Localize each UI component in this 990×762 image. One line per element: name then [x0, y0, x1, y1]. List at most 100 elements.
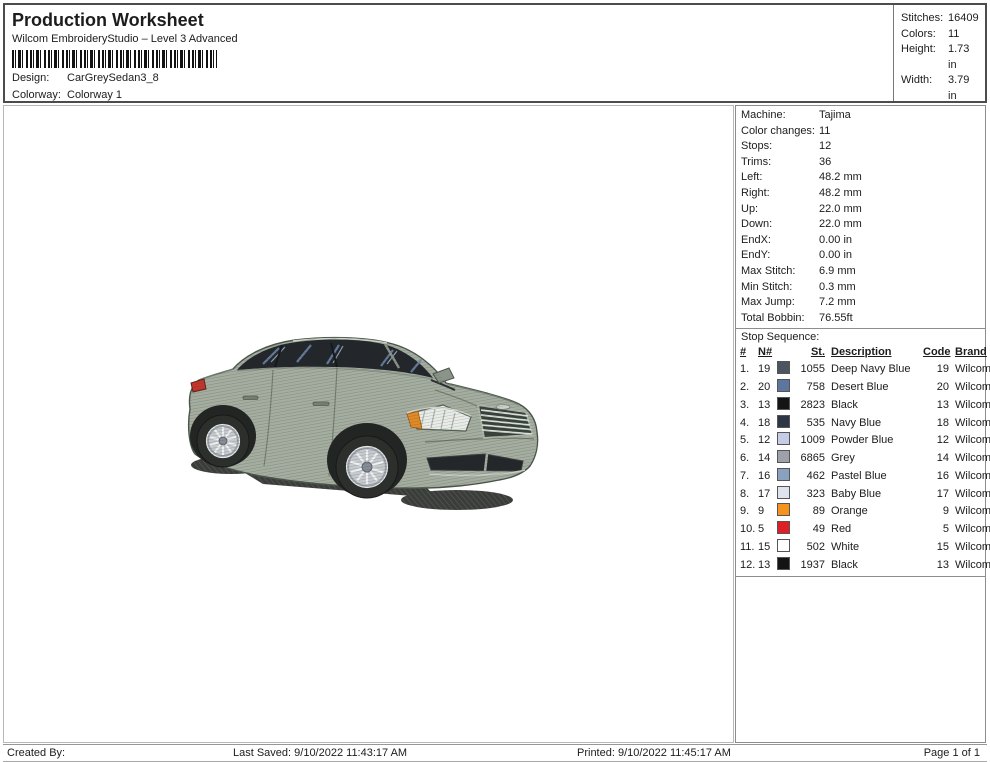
- row-num: 10.: [740, 523, 756, 536]
- thread-description: Grey: [831, 452, 855, 465]
- stop-sequence-row: 12. 13 1937 Black 13 Wilcom: [736, 556, 990, 575]
- stat-value: 3.79 in: [948, 74, 970, 102]
- row-num: 6.: [740, 452, 750, 465]
- thread-color-swatch: [777, 450, 790, 464]
- row-num: 8.: [740, 487, 750, 500]
- design-row: Design: CarGreySedan3_8: [12, 72, 885, 85]
- machine-info-value: 0.00 in: [819, 233, 853, 246]
- thread-swatch-cell: [777, 361, 794, 379]
- thread-color-swatch: [777, 503, 790, 517]
- design-canvas: [3, 105, 734, 743]
- software-subtitle: Wilcom EmbroideryStudio – Level 3 Advanc…: [12, 33, 238, 45]
- machine-info-value: 6.9 mm: [819, 264, 856, 277]
- row-num: 12.: [740, 558, 756, 571]
- thread-description: Baby Blue: [831, 487, 882, 500]
- row-num: 1.: [740, 363, 750, 376]
- thread-color-swatch: [777, 556, 790, 570]
- thread-code: 12: [936, 434, 949, 447]
- thread-description: Desert Blue: [831, 380, 889, 393]
- stitch-count: 758: [806, 380, 825, 393]
- thread-description: Powder Blue: [831, 434, 894, 447]
- footer: Created By: Last Saved: 9/10/2022 11:43:…: [3, 744, 987, 762]
- thread-description: Black: [831, 558, 858, 571]
- thread-swatch-cell: [777, 414, 794, 433]
- machine-info-row: EndX: 0.00 in: [736, 233, 985, 249]
- stop-sequence-row: 5. 12 1009 Powder Blue 12 Wilcom: [736, 432, 990, 450]
- thread-brand: Wilcom: [955, 505, 990, 518]
- car-design-preview: [187, 336, 539, 510]
- stitch-count: 462: [806, 469, 825, 482]
- stat-value: 1.73 in: [948, 43, 970, 71]
- thread-brand: Wilcom: [955, 398, 990, 411]
- stat-row: Height: 1.73 in: [901, 42, 981, 73]
- thread-code: 17: [936, 487, 949, 500]
- thread-brand: Wilcom: [955, 487, 990, 500]
- machine-info-row: Max Stitch: 6.9 mm: [736, 264, 985, 280]
- machine-info-label: Max Stitch:: [741, 264, 796, 277]
- machine-info-row: Trims: 36: [736, 155, 985, 171]
- printed-text: Printed: 9/10/2022 11:45:17 AM: [577, 747, 731, 759]
- stitch-count: 1055: [800, 363, 825, 376]
- thread-swatch-cell: [777, 467, 794, 486]
- machine-info-label: EndX:: [741, 233, 771, 246]
- car-stitch-texture: [188, 337, 538, 489]
- machine-info-value: 0.00 in: [819, 249, 853, 262]
- thread-brand: Wilcom: [955, 380, 990, 393]
- machine-info-label: Right:: [741, 186, 770, 199]
- thread-number: 15: [758, 541, 771, 554]
- header: Production Worksheet Wilcom EmbroiderySt…: [3, 3, 987, 117]
- stitch-count: 1937: [800, 558, 825, 571]
- thread-swatch-cell: [777, 539, 794, 557]
- thread-code: 13: [936, 558, 949, 571]
- thread-brand: Wilcom: [955, 416, 990, 429]
- created-by-label: Created By:: [7, 747, 66, 759]
- machine-info-value: 48.2 mm: [819, 171, 862, 184]
- thread-swatch-cell: [777, 396, 794, 415]
- col-description: Description: [831, 346, 892, 359]
- machine-info-value: 36: [819, 155, 832, 168]
- stitch-count: 6865: [800, 452, 825, 465]
- machine-info-label: Total Bobbin:: [741, 311, 805, 324]
- col-num: #: [740, 346, 747, 359]
- thread-number: 14: [758, 452, 771, 465]
- design-barcode: [12, 50, 217, 68]
- machine-info-row: Machine: Tajima: [736, 108, 985, 124]
- machine-info-row: Max Jump: 7.2 mm: [736, 295, 985, 311]
- machine-info-label: Min Stitch:: [741, 280, 793, 293]
- row-num: 7.: [740, 469, 750, 482]
- machine-info-value: 48.2 mm: [819, 186, 862, 199]
- thread-swatch-cell: [777, 521, 794, 539]
- stat-label: Width:: [901, 74, 933, 86]
- thread-description: Black: [831, 398, 858, 411]
- machine-info-value: 12: [819, 140, 832, 153]
- stitch-count: 323: [806, 487, 825, 500]
- thread-brand: Wilcom: [955, 469, 990, 482]
- thread-description: Deep Navy Blue: [831, 363, 911, 376]
- thread-brand: Wilcom: [955, 434, 990, 447]
- thread-code: 14: [936, 452, 949, 465]
- stat-value: 11: [948, 27, 960, 40]
- stat-label: Stitches:: [901, 12, 944, 24]
- thread-number: 18: [758, 416, 771, 429]
- thread-brand: Wilcom: [955, 452, 990, 465]
- row-num: 9.: [740, 505, 750, 518]
- thread-number: 20: [758, 380, 771, 393]
- colorway-label: Colorway:: [12, 89, 61, 101]
- machine-info-label: Max Jump:: [741, 296, 795, 309]
- stitch-count: 1009: [800, 434, 825, 447]
- machine-panel: Machine: Tajima Color changes: 11 Stops:…: [735, 105, 990, 743]
- thread-number: 5: [758, 523, 765, 536]
- thread-code: 18: [936, 416, 949, 429]
- row-num: 5.: [740, 434, 750, 447]
- machine-info-value: 76.55ft: [819, 311, 853, 324]
- thread-code: 9: [942, 505, 949, 518]
- thread-code: 16: [936, 469, 949, 482]
- thread-color-swatch: [777, 361, 790, 375]
- machine-info-label: Trims:: [741, 155, 772, 168]
- stitch-count: 2823: [800, 398, 825, 411]
- stat-value: 16409: [948, 12, 979, 24]
- thread-code: 13: [936, 398, 949, 411]
- stop-sequence-header: # N# St. Description Code Brand: [736, 345, 987, 361]
- machine-info-label: Left:: [741, 171, 763, 184]
- machine-info-row: Up: 22.0 mm: [736, 202, 985, 218]
